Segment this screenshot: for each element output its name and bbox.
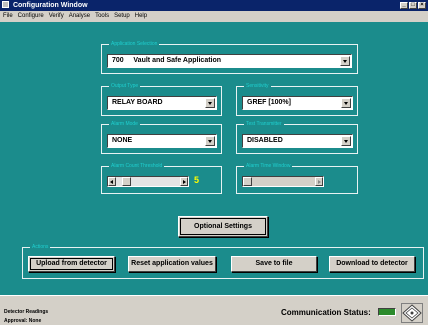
menu-tools[interactable]: Tools: [95, 11, 109, 21]
alarm-count-group-label: Alarm Count Threshold: [109, 163, 165, 169]
app-window-icon[interactable]: [2, 1, 9, 8]
output-select-value: RELAY BOARD: [112, 99, 163, 106]
alarm-mode-group: Alarm Mode NONE: [101, 121, 222, 154]
application-group-label: Application Selection: [109, 41, 160, 47]
save-to-file-button[interactable]: Save to file: [231, 256, 317, 272]
sensitivity-select-value: GREF [100%]: [247, 99, 291, 106]
approval-label: Approval: None: [4, 318, 42, 324]
alarm-mode-select-value: NONE: [112, 137, 133, 144]
optional-settings-button[interactable]: Optional Settings: [178, 216, 268, 237]
communication-status-indicator: [378, 308, 396, 316]
sensitivity-select[interactable]: GREF [100%]: [242, 96, 353, 110]
alarm-window-group: Alarm Time Window: [236, 163, 358, 194]
output-group: Output Type RELAY BOARD: [101, 83, 222, 116]
alarm-mode-group-label: Alarm Mode: [109, 121, 140, 127]
alarm-window-group-label: Alarm Time Window: [244, 163, 293, 169]
test-transmitter-select[interactable]: DISABLED: [242, 134, 353, 148]
slider-left-arrow-icon[interactable]: [108, 177, 116, 186]
chevron-down-icon[interactable]: [341, 136, 351, 146]
download-to-detector-button[interactable]: Download to detector: [329, 256, 415, 272]
window-title: Configuration Window: [12, 2, 88, 9]
chevron-down-icon[interactable]: [341, 98, 351, 108]
sensitivity-group-label: Sensitivity: [244, 83, 271, 89]
test-transmitter-group: Test Transmitter DISABLED: [236, 121, 358, 154]
menu-analyse[interactable]: Analyse: [69, 11, 90, 21]
configuration-panel: Application Selection 700 Vault and Safe…: [0, 22, 428, 295]
menu-help[interactable]: Help: [135, 11, 147, 21]
slider-right-arrow-icon: [315, 177, 323, 186]
window-controls: _ □ ×: [400, 2, 426, 9]
alarm-window-slider: [242, 176, 324, 187]
communication-status-label: Communication Status:: [281, 308, 371, 317]
test-transmitter-group-label: Test Transmitter: [244, 121, 284, 127]
output-group-label: Output Type: [109, 83, 141, 89]
alarm-count-slider[interactable]: [107, 176, 189, 187]
output-select[interactable]: RELAY BOARD: [107, 96, 217, 110]
menu-verify[interactable]: Verify: [49, 11, 64, 21]
menu-bar: File Configure Verify Analyse Tools Setu…: [0, 11, 428, 21]
application-group: Application Selection 700 Vault and Safe…: [101, 41, 358, 74]
test-transmitter-select-value: DISABLED: [247, 137, 283, 144]
menu-configure[interactable]: Configure: [18, 11, 44, 21]
upload-from-detector-button[interactable]: Upload from detector: [28, 256, 115, 272]
chevron-down-icon[interactable]: [340, 56, 350, 66]
alarm-count-value: 5: [194, 175, 200, 185]
alarm-count-group: Alarm Count Threshold 5: [101, 163, 222, 194]
application-select[interactable]: 700 Vault and Safe Application: [107, 54, 352, 68]
application-select-value: 700 Vault and Safe Application: [112, 57, 222, 64]
alarm-mode-select[interactable]: NONE: [107, 134, 217, 148]
slider-thumb[interactable]: [122, 177, 131, 186]
slider-thumb: [243, 177, 252, 186]
diamond-logo-icon: [401, 303, 423, 323]
menu-file[interactable]: File: [3, 11, 13, 21]
reset-application-values-button[interactable]: Reset application values: [128, 256, 216, 272]
actions-group-label: Actions: [30, 244, 51, 250]
sensitivity-group: Sensitivity GREF [100%]: [236, 83, 358, 116]
slider-right-arrow-icon[interactable]: [180, 177, 188, 186]
minimize-button[interactable]: _: [400, 2, 408, 9]
close-button[interactable]: ×: [418, 2, 426, 9]
menu-setup[interactable]: Setup: [114, 11, 130, 21]
detector-readings-label: Detector Readings: [4, 309, 49, 315]
chevron-down-icon[interactable]: [205, 136, 215, 146]
title-bar: Configuration Window _ □ ×: [0, 0, 428, 11]
actions-group: Actions Upload from detector Reset appli…: [22, 244, 424, 279]
chevron-down-icon[interactable]: [205, 98, 215, 108]
status-bar: Detector Readings Approval: None Communi…: [0, 295, 428, 325]
maximize-button[interactable]: □: [409, 2, 417, 9]
